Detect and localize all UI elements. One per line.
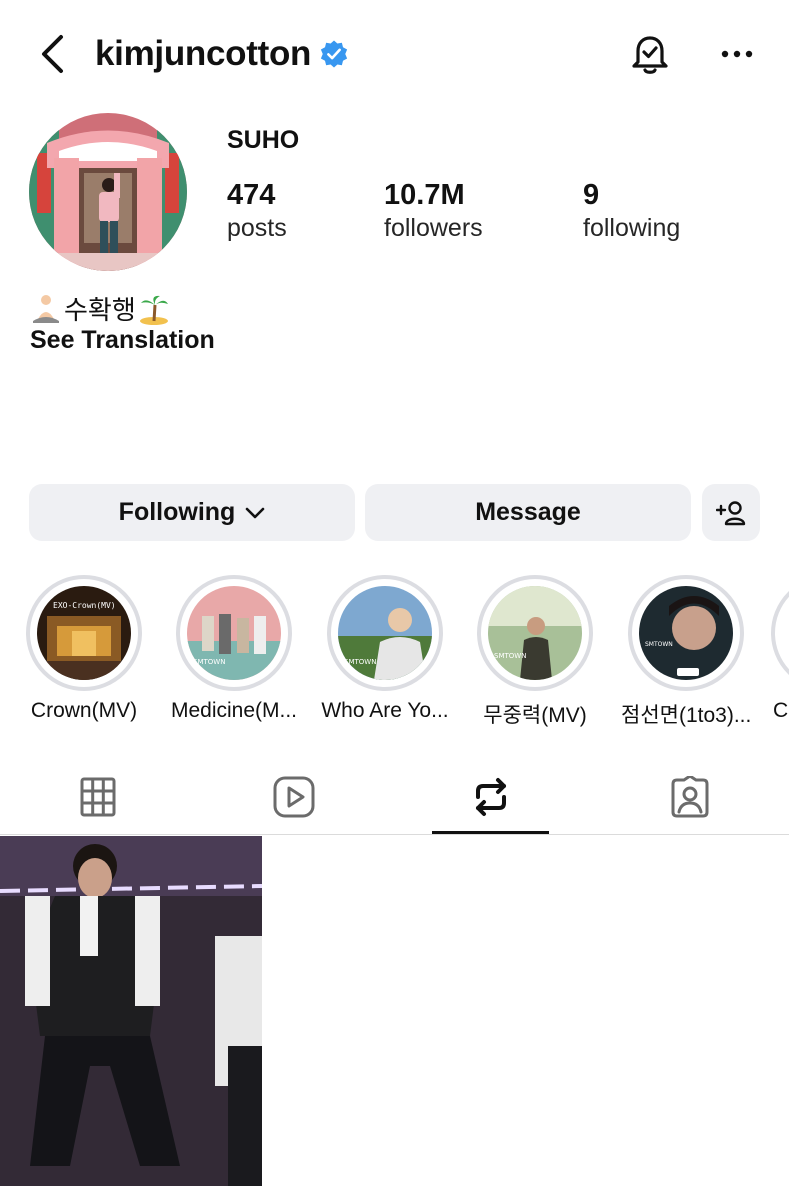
- message-button-label: Message: [475, 498, 581, 526]
- avatar-photo: [29, 113, 187, 271]
- highlight-label: Medicine(M...: [170, 699, 298, 722]
- chevron-left-icon: [42, 35, 63, 73]
- highlight-partial[interactable]: C: [771, 575, 789, 723]
- verified-badge-icon: [320, 40, 348, 68]
- highlight-label: C: [773, 699, 789, 722]
- highlight-overlay-smtown: SMTOWN: [344, 658, 376, 666]
- following-button-label: Following: [118, 498, 236, 526]
- active-tab-indicator: [432, 831, 549, 834]
- username: kimjuncotton: [95, 34, 312, 73]
- highlight-label: Who Are Yo...: [321, 699, 449, 722]
- add-person-icon: [716, 500, 746, 525]
- highlight-ring: SMTOWN: [176, 575, 292, 691]
- highlight-thumbnail: SMTOWN: [639, 586, 733, 680]
- tab-reels[interactable]: [244, 772, 344, 822]
- more-horizontal-icon: [721, 50, 753, 58]
- highlight-ring: SMTOWN: [628, 575, 744, 691]
- grid-icon: [80, 777, 116, 817]
- highlight-thumbnail: SMTOWN: [338, 586, 432, 680]
- highlight-ring: EXO-Crown(MV): [26, 575, 142, 691]
- posts-count[interactable]: 474 posts: [227, 178, 287, 244]
- highlight-label: 점선면(1to3)...: [621, 704, 751, 727]
- highlight-ring: SMTOWN: [327, 575, 443, 691]
- followers-count-label: followers: [384, 214, 483, 242]
- tab-reposts[interactable]: [441, 772, 541, 822]
- profile-avatar[interactable]: [29, 113, 187, 271]
- following-count[interactable]: 9 following: [583, 178, 680, 244]
- reels-icon: [273, 776, 315, 818]
- tabs-divider: [0, 834, 789, 835]
- highlight-point-line-plane[interactable]: SMTOWN 점선면(1to3)...: [621, 575, 751, 729]
- tab-tagged[interactable]: [640, 772, 740, 822]
- highlight-label: 무중력(MV): [483, 704, 587, 727]
- profile-bio: 수확행: [30, 290, 170, 327]
- post-photo: [0, 836, 262, 1186]
- highlight-ring: SMTOWN: [477, 575, 593, 691]
- highlight-crown[interactable]: EXO-Crown(MV) Crown(MV): [19, 575, 149, 723]
- reposts-icon: [476, 778, 506, 816]
- highlight-label: Crown(MV): [30, 699, 138, 722]
- posts-count-value: 474: [227, 179, 276, 211]
- back-button[interactable]: [30, 30, 74, 78]
- notifications-button[interactable]: [626, 28, 674, 80]
- message-button[interactable]: Message: [365, 484, 691, 541]
- highlight-overlay-smtown: SMTOWN: [193, 658, 225, 666]
- highlight-overlay-smtown: SMTOWN: [494, 652, 526, 660]
- highlight-ring: [771, 575, 789, 691]
- repost-thumbnail[interactable]: [0, 836, 262, 1186]
- chevron-down-icon: [246, 507, 265, 518]
- highlight-who-are-you[interactable]: SMTOWN Who Are Yo...: [320, 575, 450, 723]
- tab-grid[interactable]: [48, 772, 148, 822]
- highlight-thumbnail: SMTOWN: [187, 586, 281, 680]
- followers-count[interactable]: 10.7M followers: [384, 178, 483, 244]
- meditation-emoji-icon: [33, 294, 59, 323]
- bio-text: 수확행: [64, 295, 136, 325]
- following-count-value: 9: [583, 179, 600, 211]
- notification-bell-icon: [632, 36, 668, 74]
- profile-header: kimjuncotton: [95, 30, 349, 78]
- highlight-overlay-smtown: SMTOWN: [645, 641, 673, 648]
- highlight-thumbnail: SMTOWN: [488, 586, 582, 680]
- tagged-icon: [671, 776, 709, 818]
- following-button[interactable]: Following: [29, 484, 355, 541]
- more-options-button[interactable]: [713, 30, 761, 78]
- see-translation-link[interactable]: See Translation: [30, 326, 215, 355]
- highlight-zero-gravity[interactable]: SMTOWN 무중력(MV): [470, 575, 600, 729]
- highlight-thumbnail: EXO-Crown(MV): [37, 586, 131, 680]
- profile-full-name: SUHO: [227, 126, 300, 154]
- highlight-overlay-title: EXO-Crown(MV): [53, 601, 116, 610]
- highlight-medicine[interactable]: SMTOWN Medicine(M...: [169, 575, 299, 723]
- palm-tree-emoji-icon: [139, 295, 168, 325]
- add-user-button[interactable]: [702, 484, 760, 541]
- followers-count-value: 10.7M: [384, 179, 465, 211]
- following-count-label: following: [583, 214, 681, 242]
- posts-count-label: posts: [227, 214, 287, 242]
